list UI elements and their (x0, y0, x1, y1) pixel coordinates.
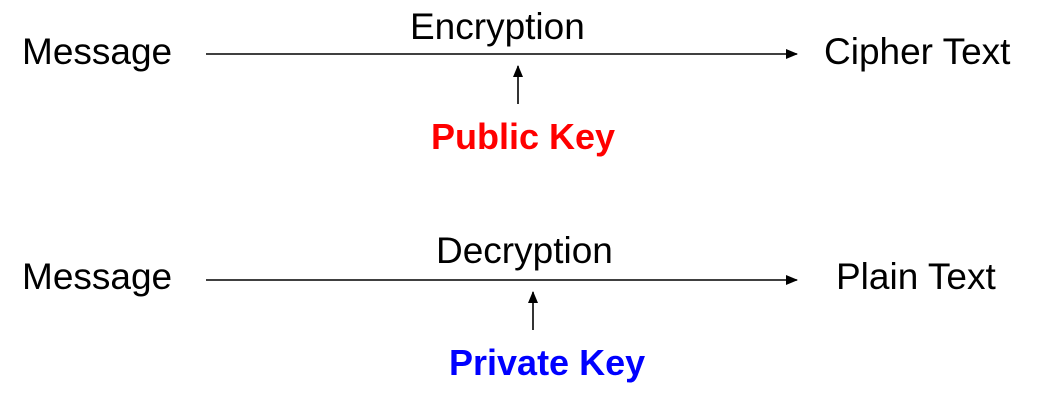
arrows-layer (206, 49, 798, 330)
